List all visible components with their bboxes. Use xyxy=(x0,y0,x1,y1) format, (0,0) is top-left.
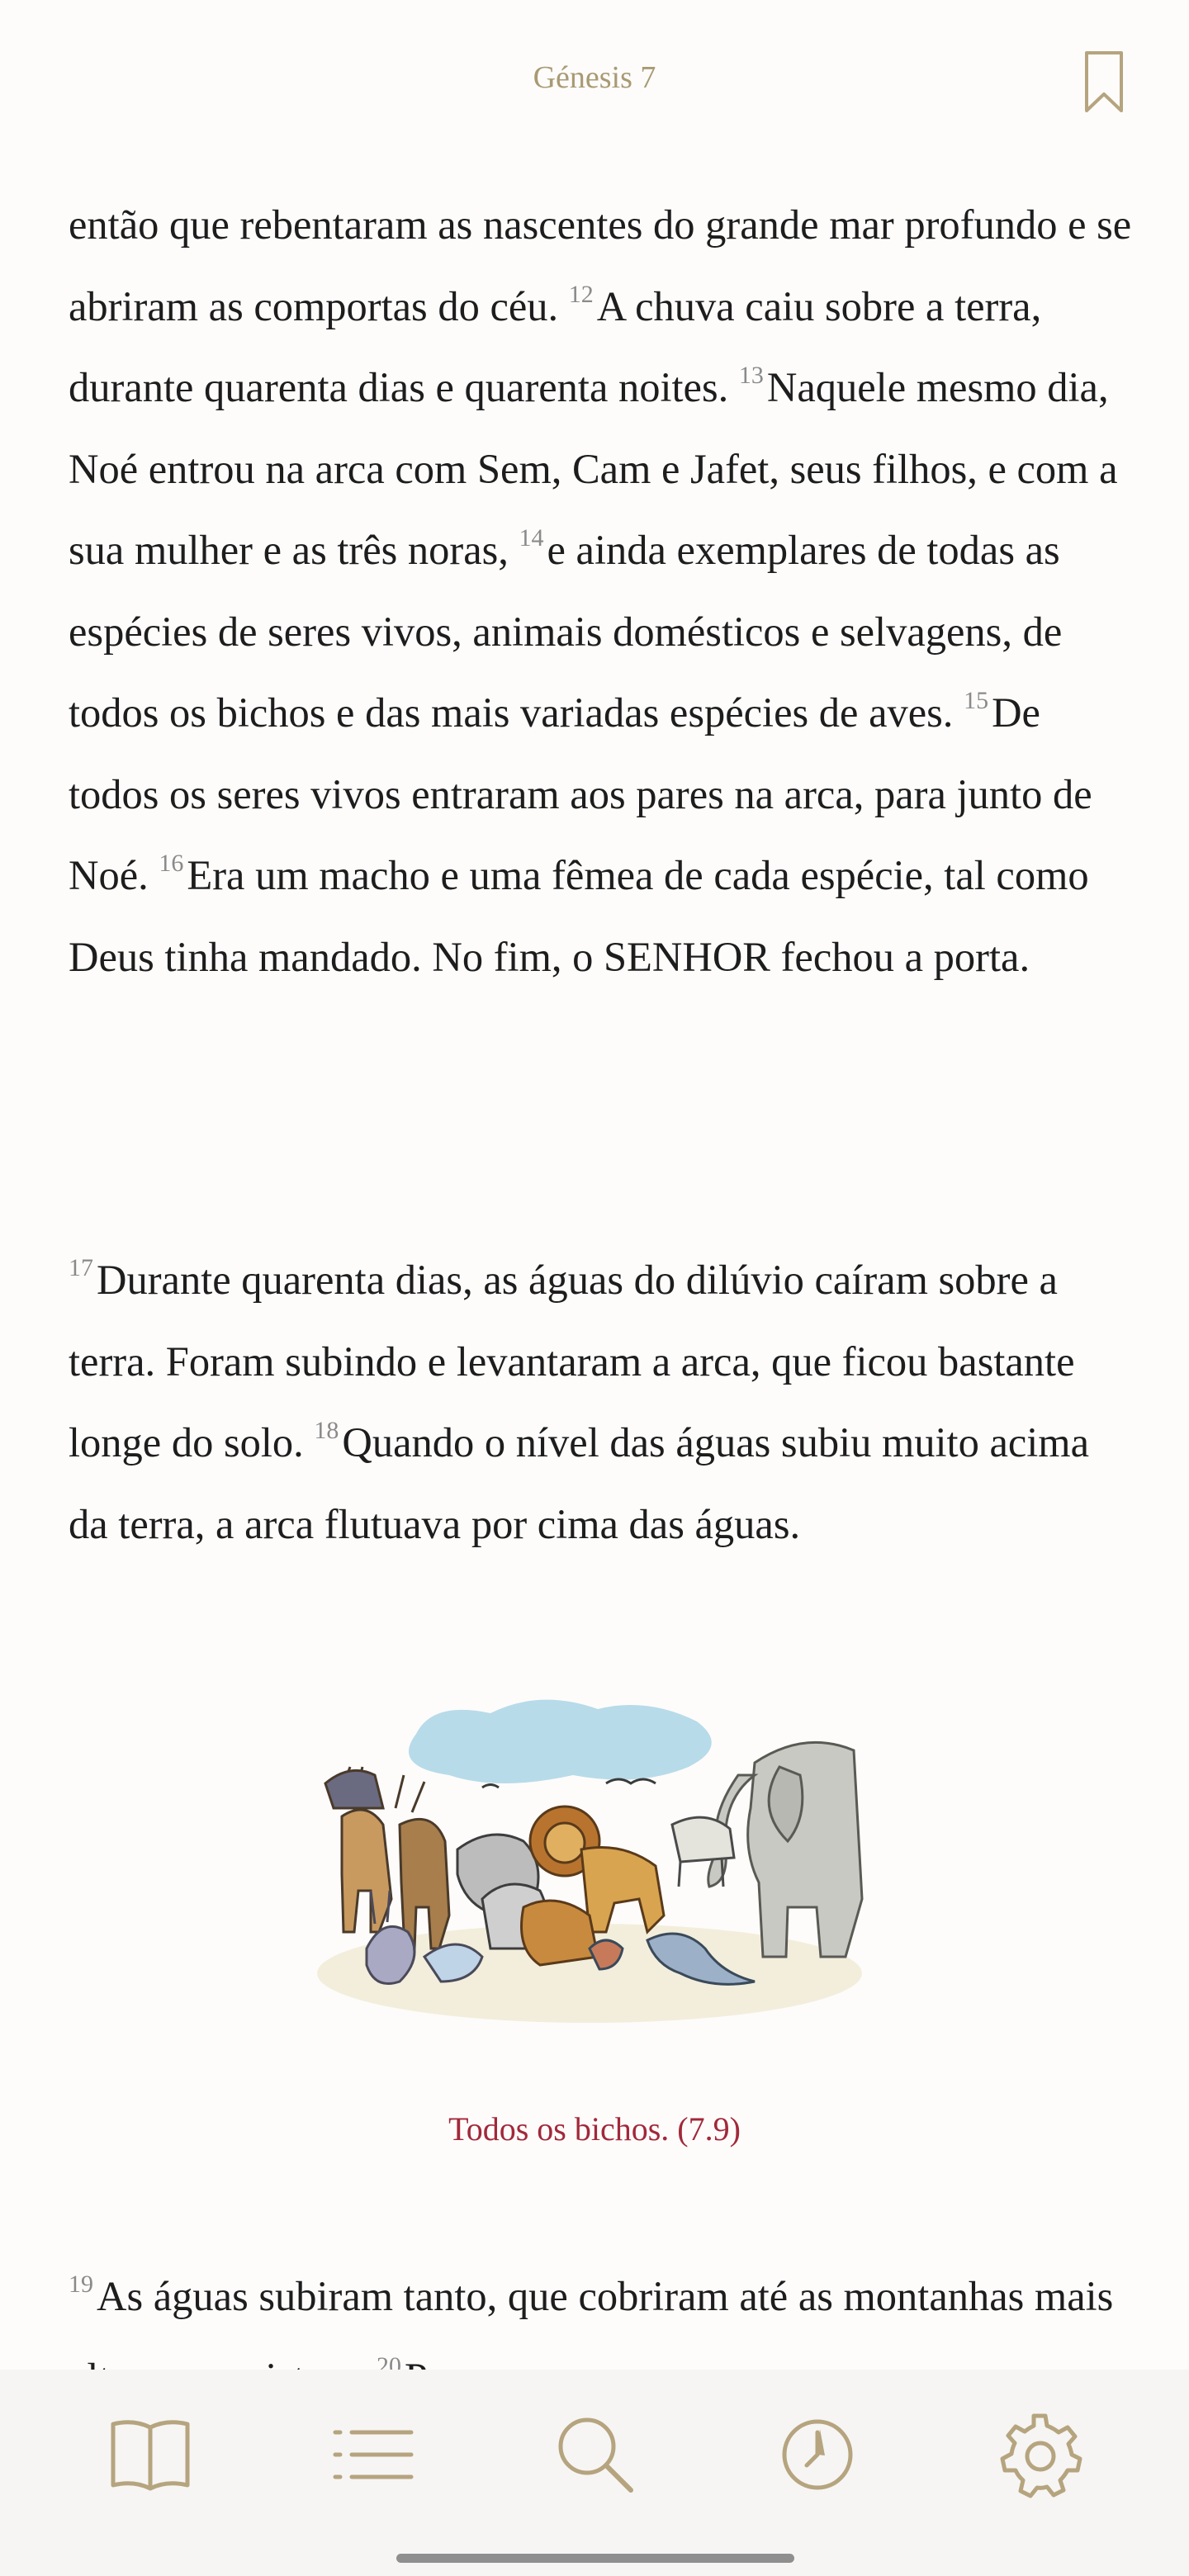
verse-number[interactable]: 16 xyxy=(159,850,183,877)
verse-number[interactable]: 17 xyxy=(69,1254,93,1281)
chapter-title[interactable]: Génesis 7 xyxy=(0,59,1189,96)
paragraph: 19As águas subiram tanto, que cobriram a… xyxy=(69,2256,1134,2370)
verse-number[interactable]: 12 xyxy=(569,281,594,308)
tab-contents[interactable] xyxy=(329,2409,419,2500)
gear-icon xyxy=(1000,2413,1082,2498)
tab-history[interactable] xyxy=(772,2409,863,2500)
tab-bible[interactable] xyxy=(105,2409,196,2500)
illustration-animals xyxy=(317,1699,864,2023)
verse-number[interactable]: 14 xyxy=(519,524,544,552)
header-bar: Génesis 7 xyxy=(0,0,1189,157)
bottom-tab-bar xyxy=(0,2370,1189,2576)
paragraph: então que rebentaram as nascentes do gra… xyxy=(69,184,1134,997)
verse-number[interactable]: 20 xyxy=(377,2352,401,2370)
verse-text: Passavam xyxy=(405,2355,569,2370)
verse-text: As águas subiram tanto, que cobriram até… xyxy=(69,2273,1114,2370)
bookmark-icon[interactable] xyxy=(1083,50,1125,114)
figure-caption: Todos os bichos. (7.9) xyxy=(448,2110,741,2147)
verse-number[interactable]: 18 xyxy=(314,1417,339,1444)
verse-text: Era um macho e uma fêmea de cada espécie… xyxy=(69,852,1089,980)
clock-icon xyxy=(782,2419,853,2490)
verse-number[interactable]: 13 xyxy=(739,362,764,389)
tab-settings[interactable] xyxy=(994,2409,1085,2500)
tab-search[interactable] xyxy=(550,2409,641,2500)
home-indicator[interactable] xyxy=(396,2554,794,2563)
book-icon xyxy=(111,2420,190,2491)
search-icon xyxy=(558,2417,633,2493)
verse-number[interactable]: 19 xyxy=(69,2271,93,2298)
paragraph: 17Durante quarenta dias, as águas do dil… xyxy=(69,1239,1134,1565)
reading-pane[interactable]: então que rebentaram as nascentes do gra… xyxy=(0,157,1189,2370)
verse-number[interactable]: 15 xyxy=(964,687,988,714)
list-icon xyxy=(333,2430,414,2479)
